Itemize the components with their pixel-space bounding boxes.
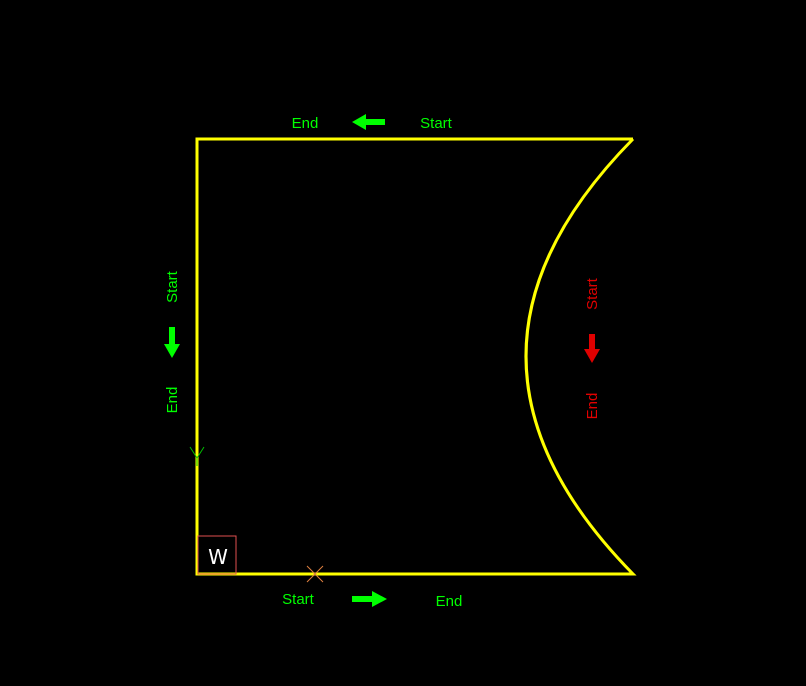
arc-start-label: Start	[584, 277, 601, 310]
left-edge-start-label: Start	[164, 270, 181, 303]
top-edge-end-label: End	[292, 115, 319, 132]
arrow-right-icon	[352, 591, 387, 607]
ucs-icon[interactable]: W	[197, 535, 237, 575]
arc-end-label: End	[584, 393, 601, 420]
arrow-down-icon	[164, 327, 180, 358]
drawing-canvas[interactable]: End Start Start End Start End W Start En…	[0, 0, 806, 686]
ucs-letter: W	[208, 545, 228, 569]
arrow-down-red-icon	[584, 334, 600, 363]
shape-outline[interactable]	[195, 137, 637, 576]
bottom-edge-end-label: End	[436, 593, 463, 610]
top-edge-start-label: Start	[420, 115, 453, 132]
arrow-left-icon	[352, 114, 385, 130]
left-edge-end-label: End	[164, 387, 181, 414]
bottom-edge-start-label: Start	[282, 591, 315, 608]
